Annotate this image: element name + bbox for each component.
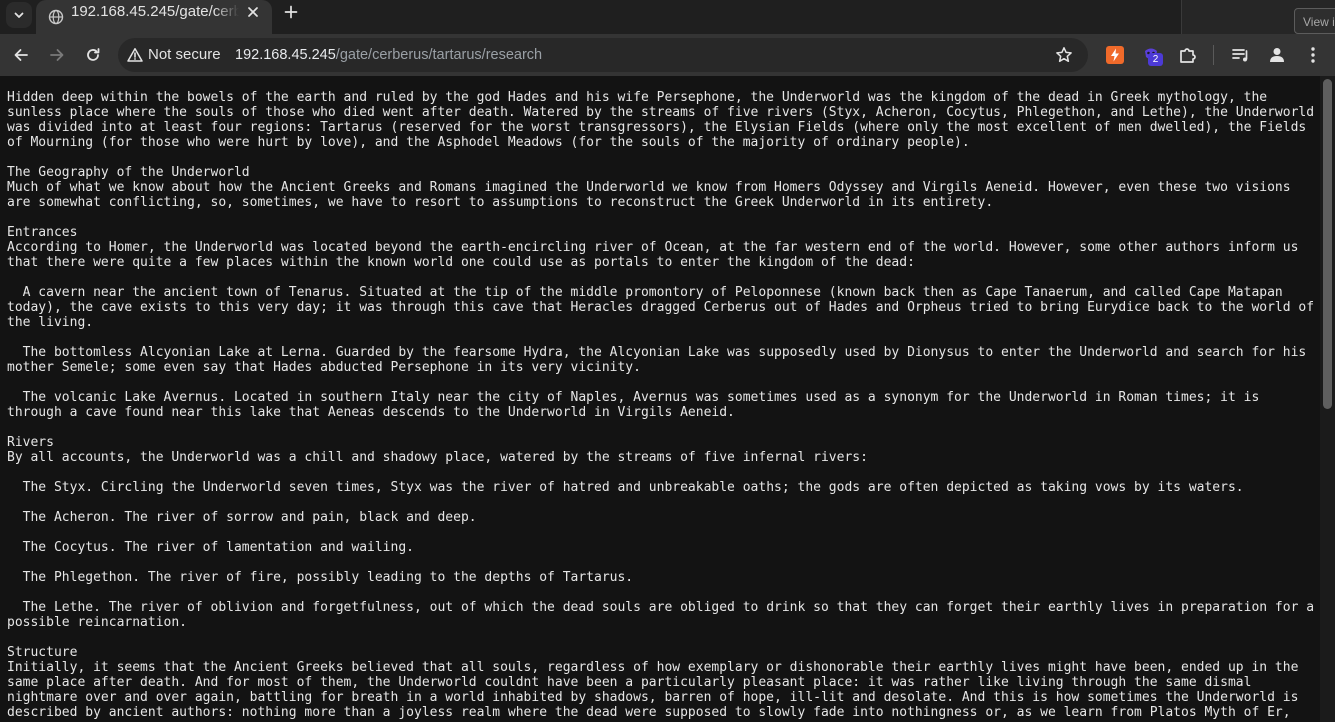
page-content: Hidden deep within the bowels of the ear…: [0, 76, 1320, 722]
tab-search-button[interactable]: [6, 2, 32, 28]
new-tab-button[interactable]: [280, 1, 302, 23]
active-tab[interactable]: 192.168.45.245/gate/cerberus/tartarus/re…: [36, 0, 272, 34]
view-in-button[interactable]: View in: [1294, 8, 1335, 34]
security-status[interactable]: Not secure: [148, 38, 221, 72]
arrow-left-icon: [14, 49, 28, 61]
puzzle-extensions-icon[interactable]: [1178, 45, 1198, 65]
reload-icon: [87, 48, 100, 61]
tab-title: 192.168.45.245/gate/cerberus/tartarus/re…: [71, 3, 239, 20]
url-host: 192.168.45.245: [235, 47, 336, 63]
arrow-right-icon: [50, 49, 64, 61]
url-path: /gate/cerberus/tartarus/research: [335, 47, 543, 63]
tab-strip: 192.168.45.245/gate/cerberus/tartarus/re…: [0, 0, 1335, 34]
chevron-down-icon: [14, 12, 24, 18]
forward-button[interactable]: [46, 44, 68, 66]
extension-badge: 2: [1148, 53, 1163, 66]
bookmark-star-icon[interactable]: [1055, 46, 1073, 64]
back-button[interactable]: [10, 44, 32, 66]
tab-close-button[interactable]: [244, 3, 262, 21]
vertical-scrollbar[interactable]: [1320, 76, 1335, 722]
bolt-extension-icon[interactable]: [1105, 45, 1125, 65]
close-icon: [248, 7, 258, 17]
address-bar[interactable]: Not secure 192.168.45.245/gate/cerberus/…: [118, 38, 1088, 72]
media-queue-icon[interactable]: [1230, 45, 1250, 65]
globe-icon: [48, 9, 64, 25]
url-text[interactable]: 192.168.45.245/gate/cerberus/tartarus/re…: [235, 38, 542, 72]
plus-icon: [284, 5, 298, 19]
research-text: Hidden deep within the bowels of the ear…: [7, 90, 1315, 720]
toolbar-separator: [1213, 45, 1214, 65]
menu-kebab-icon[interactable]: [1303, 45, 1323, 65]
warning-icon: [127, 48, 143, 62]
scrollbar-thumb[interactable]: [1323, 79, 1332, 409]
profile-icon[interactable]: [1267, 45, 1287, 65]
toolbar: Not secure 192.168.45.245/gate/cerberus/…: [0, 34, 1335, 76]
reload-button[interactable]: [82, 44, 104, 66]
